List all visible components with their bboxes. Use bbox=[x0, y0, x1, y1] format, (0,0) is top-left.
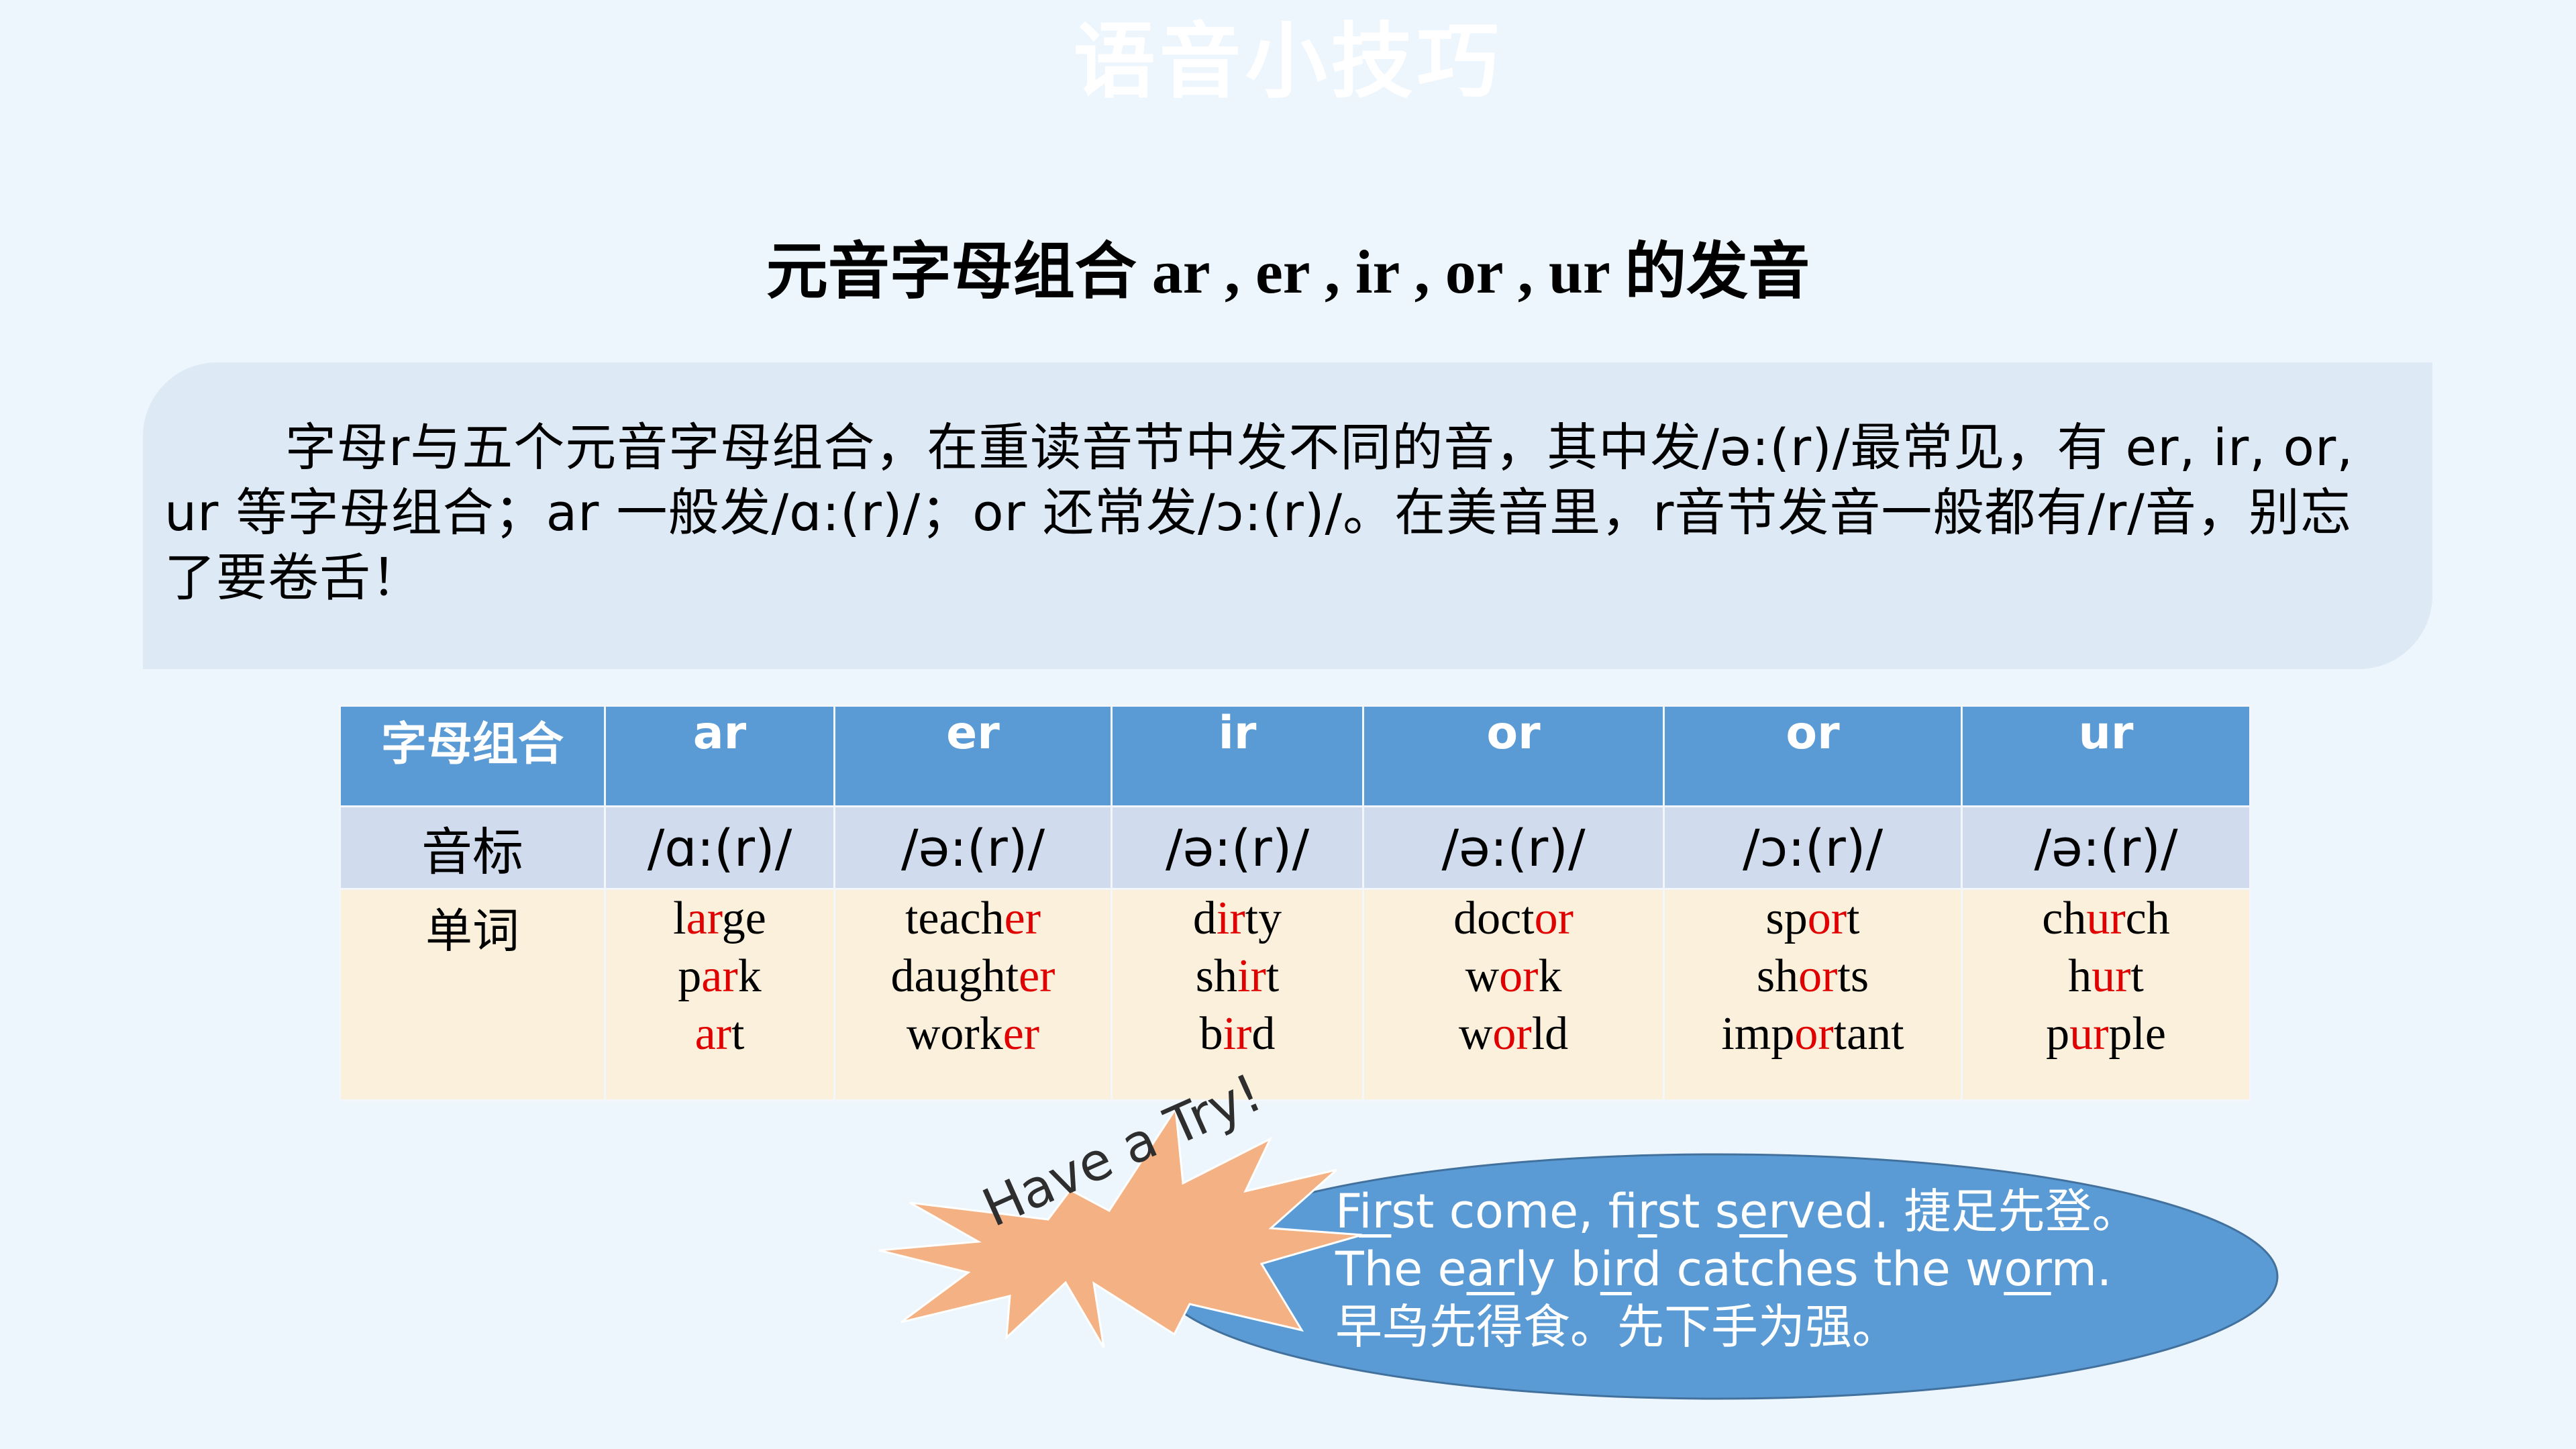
words-cell: doctor work world bbox=[1362, 888, 1665, 1101]
highlighted-combo: er bbox=[1004, 893, 1041, 944]
text-segment: ved. 捷足先登。 bbox=[1788, 1184, 2139, 1239]
highlighted-combo: ir bbox=[1237, 950, 1266, 1002]
underlined-combo: ir bbox=[1637, 1184, 1657, 1239]
highlighted-combo: ar bbox=[694, 1008, 731, 1060]
text-segment: st s bbox=[1657, 1184, 1740, 1239]
combo-cell: ur bbox=[1961, 705, 2251, 807]
highlighted-combo: ur bbox=[2069, 1008, 2109, 1060]
highlighted-combo: er bbox=[1002, 1008, 1040, 1060]
example-word: teacher bbox=[905, 893, 1041, 944]
example-word: shirt bbox=[1195, 950, 1280, 1002]
underlined-combo: ar bbox=[1466, 1242, 1515, 1297]
highlighted-combo: or bbox=[1499, 950, 1539, 1002]
highlighted-combo: er bbox=[1019, 950, 1055, 1002]
phonetic-cell: /ɔ:(r)/ bbox=[1663, 805, 1963, 890]
highlighted-combo: ar bbox=[701, 950, 738, 1002]
phonetic-cell: /ə:(r)/ bbox=[1961, 805, 2251, 890]
example-word: world bbox=[1458, 1008, 1569, 1060]
example-word: bird bbox=[1199, 1008, 1276, 1060]
highlighted-combo: or bbox=[1534, 893, 1574, 944]
example-word: doctor bbox=[1453, 893, 1574, 944]
section-heading: 元音字母组合 ar , er , ir , or , ur 的发音 bbox=[766, 238, 1810, 306]
words-row: 单词 large park art teacher daughter worker di… bbox=[339, 888, 2251, 1101]
slide-title: 语音小技巧 bbox=[1073, 14, 1503, 109]
highlighted-combo: ur bbox=[2092, 950, 2131, 1002]
practice-text: First come, first served. 捷足先登。 The earl… bbox=[1335, 1183, 2139, 1356]
phonetic-row: 音标 /ɑ:(r)/ /ə:(r)/ /ə:(r)/ /ə:(r)/ /ɔ:(r… bbox=[339, 805, 2251, 890]
intro-box: 字母r与五个元音字母组合，在重读音节中发不同的音，其中发/ə:(r)/最常见，有… bbox=[143, 362, 2432, 669]
highlighted-combo: or bbox=[1798, 950, 1838, 1002]
text-segment: The e bbox=[1335, 1242, 1467, 1297]
highlighted-combo: or bbox=[1794, 1008, 1834, 1060]
example-word: shorts bbox=[1756, 950, 1869, 1002]
underlined-combo: ir bbox=[1359, 1184, 1392, 1239]
underlined-combo: ir bbox=[1600, 1242, 1632, 1297]
example-word: hurt bbox=[2068, 950, 2144, 1002]
example-word: dirty bbox=[1192, 893, 1282, 944]
example-word: park bbox=[678, 950, 762, 1002]
underlined-combo: er bbox=[1739, 1184, 1788, 1239]
practice-line: The early bird catches the worm. bbox=[1335, 1240, 2139, 1298]
combo-cell: or bbox=[1362, 705, 1665, 807]
combo-cell: ir bbox=[1111, 705, 1364, 807]
words-cell: large park art bbox=[604, 888, 835, 1101]
example-word: purple bbox=[2046, 1008, 2166, 1060]
highlighted-combo: or bbox=[1807, 893, 1847, 944]
header-row: 字母组合 ar er ir or or ur bbox=[339, 705, 2251, 807]
practice-line: 早鸟先得食。先下手为强。 bbox=[1335, 1298, 2139, 1356]
example-word: art bbox=[694, 1008, 745, 1060]
example-word: sport bbox=[1765, 893, 1860, 944]
highlighted-combo: ur bbox=[2086, 893, 2126, 944]
words-cell: church hurt purple bbox=[1961, 888, 2251, 1101]
row-label-words: 单词 bbox=[339, 888, 606, 1101]
row-label-combo: 字母组合 bbox=[339, 705, 606, 807]
intro-text: 字母r与五个元音字母组合，在重读音节中发不同的音，其中发/ə:(r)/最常见，有… bbox=[164, 417, 2354, 607]
phonetic-cell: /ə:(r)/ bbox=[1362, 805, 1665, 890]
text-segment: d catches the w bbox=[1631, 1242, 2004, 1297]
words-cell: sport shorts important bbox=[1663, 888, 1963, 1101]
highlighted-combo: ir bbox=[1223, 1008, 1252, 1060]
text-segment: ly b bbox=[1514, 1242, 1600, 1297]
phonetic-cell: /ɑ:(r)/ bbox=[604, 805, 835, 890]
highlighted-combo: ar bbox=[686, 893, 722, 944]
combo-cell: er bbox=[833, 705, 1113, 807]
pronunciation-table: 字母组合 ar er ir or or ur 音标 /ɑ:(r)/ /ə:(r)… bbox=[339, 705, 2251, 1101]
combo-cell: ar bbox=[604, 705, 835, 807]
text-segment: m. bbox=[2051, 1242, 2112, 1297]
words-cell: teacher daughter worker bbox=[833, 888, 1113, 1101]
example-word: large bbox=[673, 893, 766, 944]
combo-cell: or bbox=[1663, 705, 1963, 807]
highlighted-combo: or bbox=[1492, 1008, 1532, 1060]
underlined-combo: or bbox=[2004, 1242, 2051, 1297]
example-word: daughter bbox=[890, 950, 1055, 1002]
example-word: church bbox=[2042, 893, 2170, 944]
highlighted-combo: ir bbox=[1216, 893, 1245, 944]
row-label-phonetic: 音标 bbox=[339, 805, 606, 890]
phonetic-cell: /ə:(r)/ bbox=[1111, 805, 1364, 890]
phonetic-cell: /ə:(r)/ bbox=[833, 805, 1113, 890]
example-word: worker bbox=[906, 1008, 1040, 1060]
example-word: work bbox=[1465, 950, 1562, 1002]
text-segment: 早鸟先得食。先下手为强。 bbox=[1335, 1299, 1899, 1354]
text-segment: F bbox=[1335, 1184, 1359, 1239]
example-word: important bbox=[1721, 1008, 1904, 1060]
practice-line: First come, first served. 捷足先登。 bbox=[1335, 1183, 2139, 1240]
text-segment: st come, f bbox=[1391, 1184, 1638, 1239]
